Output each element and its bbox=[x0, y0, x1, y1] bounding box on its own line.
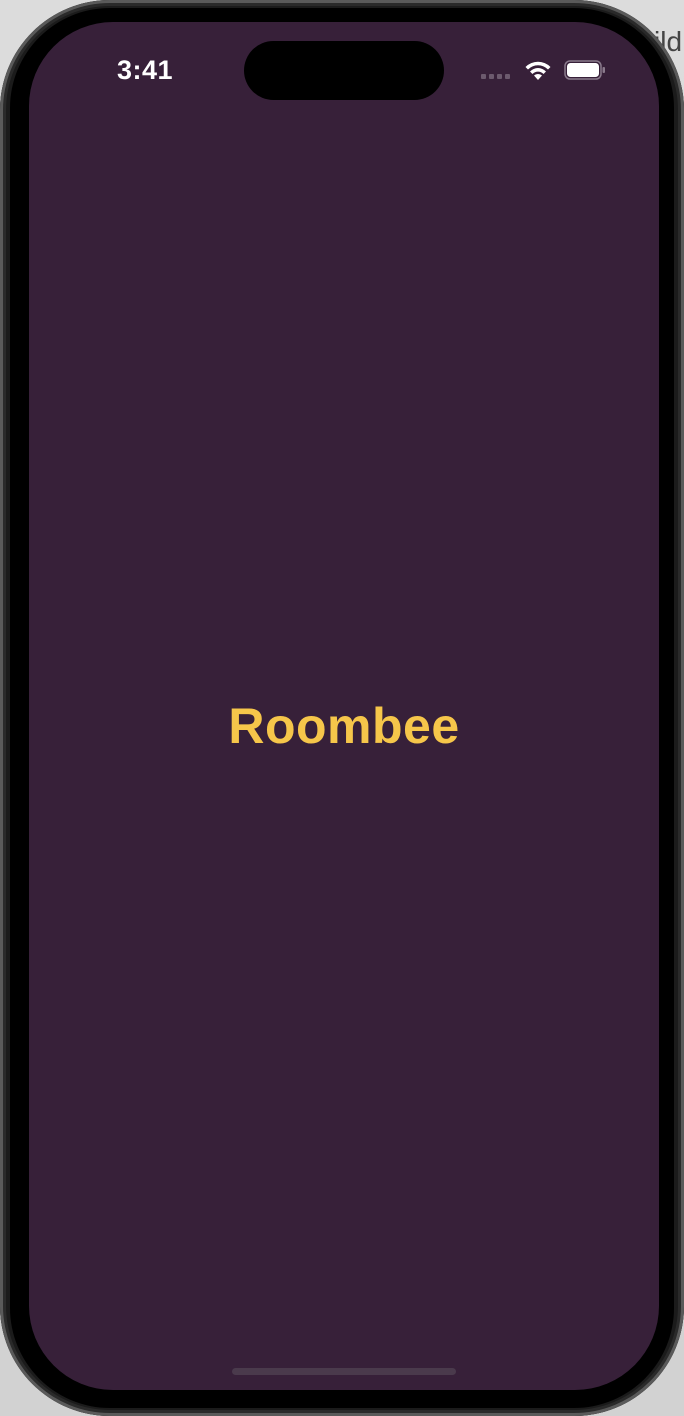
app-screen: 3:41 Roombee bbox=[29, 22, 659, 1390]
battery-icon bbox=[564, 60, 605, 80]
device-frame: 3:41 Roombee bbox=[0, 0, 684, 1416]
status-time: 3:41 bbox=[117, 55, 174, 85]
dynamic-island bbox=[244, 41, 444, 100]
wifi-icon bbox=[525, 61, 551, 80]
app-title: Roombee bbox=[228, 698, 460, 754]
cellular-signal-icon bbox=[481, 74, 511, 80]
home-indicator[interactable] bbox=[232, 1368, 456, 1375]
